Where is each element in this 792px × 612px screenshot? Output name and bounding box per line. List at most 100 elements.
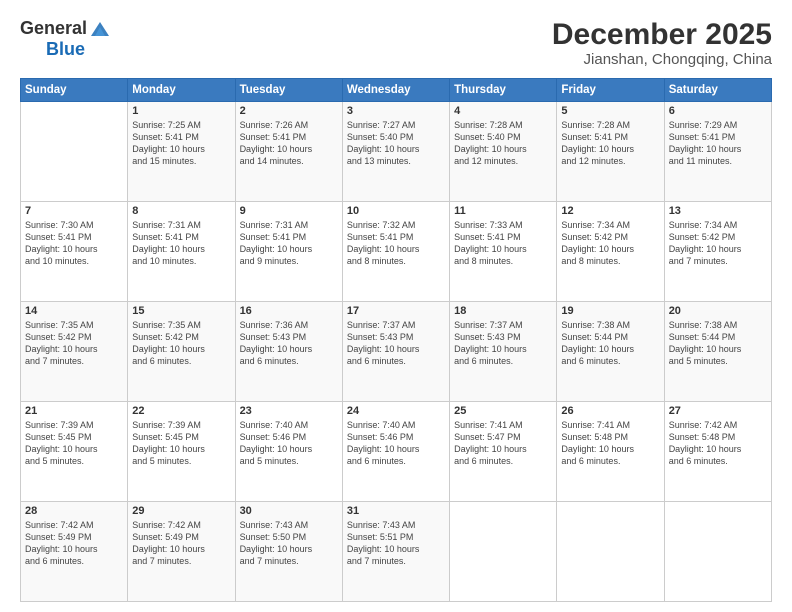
day-number: 17 [347, 305, 445, 317]
day-number: 6 [669, 105, 767, 117]
day-number: 10 [347, 205, 445, 217]
calendar-cell: 18 Sunrise: 7:37 AM Sunset: 5:43 PM Dayli… [450, 302, 557, 402]
calendar-cell: 19Sunrise: 7:38 AM Sunset: 5:44 PM Dayli… [557, 302, 664, 402]
day-info: Sunrise: 7:41 AM Sunset: 5:47 PM Dayligh… [454, 419, 552, 468]
calendar-cell: 16 Sunrise: 7:36 AM Sunset: 5:43 PM Dayli… [235, 302, 342, 402]
day-info: Sunrise: 7:37 AM Sunset: 5:43 PM Dayligh… [454, 319, 552, 368]
day-number: 28 [25, 505, 123, 517]
calendar-cell [450, 502, 557, 602]
day-info: Sunrise: 7:37 AM Sunset: 5:43 PM Dayligh… [347, 319, 445, 368]
col-header-thursday: Thursday [450, 79, 557, 102]
calendar-table: SundayMondayTuesdayWednesdayThursdayFrid… [20, 78, 772, 602]
day-info: Sunrise: 7:32 AM Sunset: 5:41 PM Dayligh… [347, 219, 445, 268]
day-info: Sunrise: 7:35 AM Sunset: 5:42 PM Dayligh… [25, 319, 123, 368]
col-header-wednesday: Wednesday [342, 79, 449, 102]
day-info: Sunrise: 7:42 AM Sunset: 5:49 PM Dayligh… [132, 519, 230, 568]
calendar-week-row: 21 Sunrise: 7:39 AM Sunset: 5:45 PM Dayli… [21, 402, 772, 502]
day-info: Sunrise: 7:28 AM Sunset: 5:40 PM Dayligh… [454, 119, 552, 168]
day-number: 9 [240, 205, 338, 217]
calendar-cell: 15Sunrise: 7:35 AM Sunset: 5:42 PM Dayli… [128, 302, 235, 402]
calendar-week-row: 1 Sunrise: 7:25 AM Sunset: 5:41 PM Daylig… [21, 102, 772, 202]
day-number: 15 [132, 305, 230, 317]
calendar-cell: 17 Sunrise: 7:37 AM Sunset: 5:43 PM Dayli… [342, 302, 449, 402]
day-info: Sunrise: 7:34 AM Sunset: 5:42 PM Dayligh… [669, 219, 767, 268]
day-number: 23 [240, 405, 338, 417]
day-info: Sunrise: 7:25 AM Sunset: 5:41 PM Dayligh… [132, 119, 230, 168]
day-info: Sunrise: 7:43 AM Sunset: 5:51 PM Dayligh… [347, 519, 445, 568]
day-number: 30 [240, 505, 338, 517]
logo-blue: Blue [20, 40, 111, 60]
day-number: 27 [669, 405, 767, 417]
col-header-saturday: Saturday [664, 79, 771, 102]
day-number: 11 [454, 205, 552, 217]
calendar-cell: 25 Sunrise: 7:41 AM Sunset: 5:47 PM Dayli… [450, 402, 557, 502]
logo: General Blue [20, 18, 111, 60]
day-number: 7 [25, 205, 123, 217]
calendar-cell: 23 Sunrise: 7:40 AM Sunset: 5:46 PM Dayli… [235, 402, 342, 502]
day-info: Sunrise: 7:36 AM Sunset: 5:43 PM Dayligh… [240, 319, 338, 368]
day-number: 2 [240, 105, 338, 117]
day-number: 21 [25, 405, 123, 417]
day-info: Sunrise: 7:38 AM Sunset: 5:44 PM Dayligh… [669, 319, 767, 368]
day-info: Sunrise: 7:39 AM Sunset: 5:45 PM Dayligh… [25, 419, 123, 468]
calendar-cell: 30 Sunrise: 7:43 AM Sunset: 5:50 PM Dayli… [235, 502, 342, 602]
col-header-friday: Friday [557, 79, 664, 102]
col-header-monday: Monday [128, 79, 235, 102]
day-number: 24 [347, 405, 445, 417]
day-info: Sunrise: 7:40 AM Sunset: 5:46 PM Dayligh… [240, 419, 338, 468]
day-number: 4 [454, 105, 552, 117]
day-info: Sunrise: 7:38 AM Sunset: 5:44 PM Dayligh… [561, 319, 659, 368]
calendar-cell: 20 Sunrise: 7:38 AM Sunset: 5:44 PM Dayli… [664, 302, 771, 402]
day-number: 18 [454, 305, 552, 317]
day-number: 13 [669, 205, 767, 217]
day-info: Sunrise: 7:42 AM Sunset: 5:49 PM Dayligh… [25, 519, 123, 568]
calendar-cell: 14 Sunrise: 7:35 AM Sunset: 5:42 PM Dayli… [21, 302, 128, 402]
calendar-cell: 21 Sunrise: 7:39 AM Sunset: 5:45 PM Dayli… [21, 402, 128, 502]
calendar-cell: 31Sunrise: 7:43 AM Sunset: 5:51 PM Dayli… [342, 502, 449, 602]
day-info: Sunrise: 7:31 AM Sunset: 5:41 PM Dayligh… [240, 219, 338, 268]
day-info: Sunrise: 7:33 AM Sunset: 5:41 PM Dayligh… [454, 219, 552, 268]
calendar-week-row: 28 Sunrise: 7:42 AM Sunset: 5:49 PM Dayli… [21, 502, 772, 602]
calendar-cell [664, 502, 771, 602]
calendar-cell: 2 Sunrise: 7:26 AM Sunset: 5:41 PM Daylig… [235, 102, 342, 202]
day-info: Sunrise: 7:34 AM Sunset: 5:42 PM Dayligh… [561, 219, 659, 268]
day-info: Sunrise: 7:41 AM Sunset: 5:48 PM Dayligh… [561, 419, 659, 468]
day-number: 12 [561, 205, 659, 217]
calendar-week-row: 7 Sunrise: 7:30 AM Sunset: 5:41 PM Daylig… [21, 202, 772, 302]
calendar-cell: 5 Sunrise: 7:28 AM Sunset: 5:41 PM Daylig… [557, 102, 664, 202]
col-header-tuesday: Tuesday [235, 79, 342, 102]
day-number: 14 [25, 305, 123, 317]
day-info: Sunrise: 7:29 AM Sunset: 5:41 PM Dayligh… [669, 119, 767, 168]
calendar-cell: 4 Sunrise: 7:28 AM Sunset: 5:40 PM Daylig… [450, 102, 557, 202]
day-number: 8 [132, 205, 230, 217]
day-number: 1 [132, 105, 230, 117]
calendar-cell: 1 Sunrise: 7:25 AM Sunset: 5:41 PM Daylig… [128, 102, 235, 202]
day-info: Sunrise: 7:40 AM Sunset: 5:46 PM Dayligh… [347, 419, 445, 468]
day-number: 26 [561, 405, 659, 417]
logo-general: General [20, 19, 87, 39]
calendar-cell [557, 502, 664, 602]
calendar-cell: 12 Sunrise: 7:34 AM Sunset: 5:42 PM Dayli… [557, 202, 664, 302]
day-info: Sunrise: 7:42 AM Sunset: 5:48 PM Dayligh… [669, 419, 767, 468]
calendar-cell: 26 Sunrise: 7:41 AM Sunset: 5:48 PM Dayli… [557, 402, 664, 502]
day-info: Sunrise: 7:43 AM Sunset: 5:50 PM Dayligh… [240, 519, 338, 568]
day-number: 29 [132, 505, 230, 517]
day-number: 25 [454, 405, 552, 417]
day-number: 5 [561, 105, 659, 117]
calendar-subtitle: Jianshan, Chongqing, China [552, 51, 772, 68]
calendar-cell: 3Sunrise: 7:27 AM Sunset: 5:40 PM Daylig… [342, 102, 449, 202]
calendar-cell [21, 102, 128, 202]
day-info: Sunrise: 7:28 AM Sunset: 5:41 PM Dayligh… [561, 119, 659, 168]
calendar-cell: 11 Sunrise: 7:33 AM Sunset: 5:41 PM Dayli… [450, 202, 557, 302]
calendar-cell: 13 Sunrise: 7:34 AM Sunset: 5:42 PM Dayli… [664, 202, 771, 302]
day-info: Sunrise: 7:26 AM Sunset: 5:41 PM Dayligh… [240, 119, 338, 168]
page: General Blue December 2025 Jianshan, Cho… [0, 0, 792, 612]
col-header-sunday: Sunday [21, 79, 128, 102]
day-number: 22 [132, 405, 230, 417]
day-number: 20 [669, 305, 767, 317]
day-number: 16 [240, 305, 338, 317]
day-number: 3 [347, 105, 445, 117]
calendar-cell: 22Sunrise: 7:39 AM Sunset: 5:45 PM Dayli… [128, 402, 235, 502]
calendar-cell: 10 Sunrise: 7:32 AM Sunset: 5:41 PM Dayli… [342, 202, 449, 302]
day-info: Sunrise: 7:30 AM Sunset: 5:41 PM Dayligh… [25, 219, 123, 268]
